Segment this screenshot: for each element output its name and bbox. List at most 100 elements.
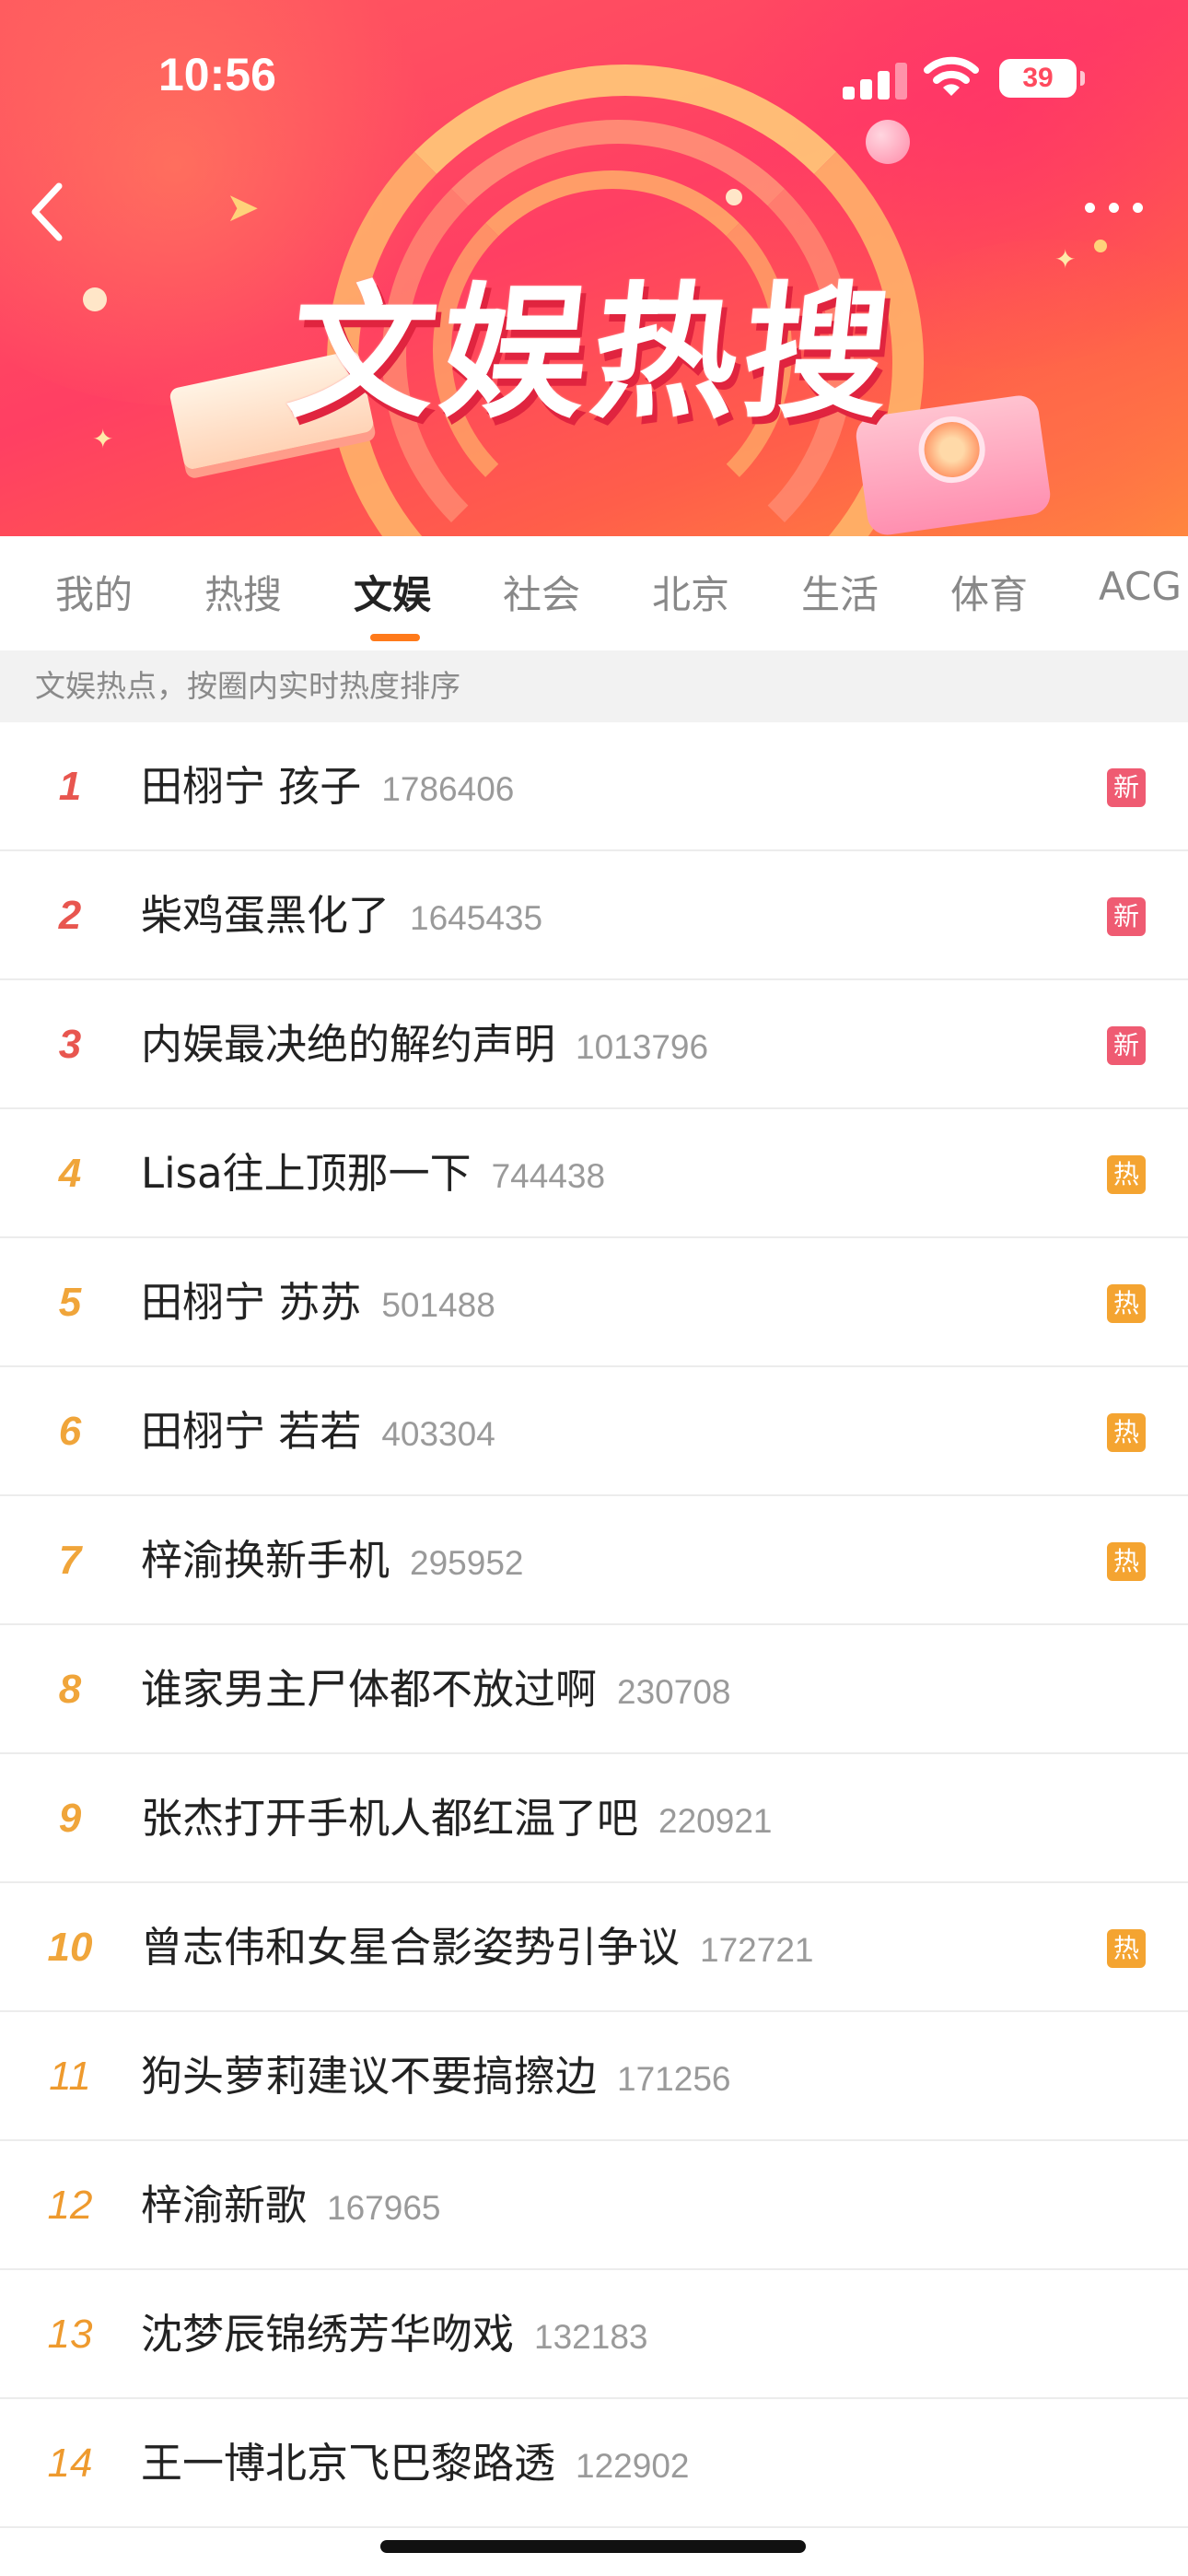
tab-mine[interactable]: 我的 [55,564,133,620]
tab-sports[interactable]: 体育 [950,564,1028,620]
item-title: 田栩宁 若若 [141,1407,362,1456]
item-title: 内娱最决绝的解约声明 [141,1020,556,1069]
rank-number: 13 [47,2312,93,2357]
rank-number: 4 [58,1151,82,1196]
item-text: 张杰打开手机人都红温了吧 220921 [141,1754,772,1883]
item-text: 内娱最决绝的解约声明 1013796 [141,980,708,1109]
item-title: 狗头萝莉建议不要搞擦边 [141,2052,598,2101]
rank-number: 7 [58,1538,82,1583]
item-text: 狗头萝莉建议不要搞擦边 171256 [141,2012,730,2141]
tab-beijing[interactable]: 北京 [652,564,729,620]
rank-number: 12 [47,2183,93,2228]
list-item[interactable]: 11 狗头萝莉建议不要搞擦边 171256 [0,2012,1188,2141]
tab-entertainment[interactable]: 文娱 [354,564,431,620]
heat-count: 171256 [617,2060,731,2098]
hot-search-list: 1 田栩宁 孩子 1786406 新 2 柴鸡蛋黑化了 1645435 新 3 内娱最决绝的解约声… [0,722,1188,2528]
hot-badge: 热 [1107,1155,1146,1194]
list-item[interactable]: 9 张杰打开手机人都红温了吧 220921 [0,1754,1188,1883]
rank-number: 5 [58,1280,82,1325]
list-item[interactable]: 6 田栩宁 若若 403304 热 [0,1367,1188,1496]
item-title: 田栩宁 孩子 [141,762,362,811]
tab-society[interactable]: 社会 [503,564,580,620]
rank-number: 2 [58,893,82,938]
status-time: 10:56 [158,49,276,100]
item-text: 王一博北京飞巴黎路透 122902 [141,2399,689,2528]
list-item[interactable]: 2 柴鸡蛋黑化了 1645435 新 [0,851,1188,980]
item-text: 沈梦辰锦绣芳华吻戏 132183 [141,2270,647,2399]
rank-number: 8 [58,1667,82,1712]
item-text: 谁家男主尸体都不放过啊 230708 [141,1625,730,1754]
item-title: 张杰打开手机人都红温了吧 [141,1794,639,1843]
decor-dot [726,189,742,205]
heat-count: 501488 [381,1286,495,1324]
heat-count: 1786406 [381,770,515,808]
hot-badge: 热 [1107,1542,1146,1581]
item-title: 梓渝换新手机 [141,1536,390,1585]
page-title: 文娱热搜 [281,269,904,439]
list-item[interactable]: 5 田栩宁 苏苏 501488 热 [0,1238,1188,1367]
item-title: 梓渝新歌 [141,2181,308,2230]
home-indicator[interactable] [380,2540,806,2553]
ranking-notice: 文娱热点，按圈内实时热度排序 [0,650,1188,722]
back-button[interactable] [20,175,76,249]
item-text: 田栩宁 若若 403304 [141,1367,495,1496]
list-item[interactable]: 4 Lisa往上顶那一下 744438 热 [0,1109,1188,1238]
active-tab-indicator [370,634,420,641]
item-title: 王一博北京飞巴黎路透 [141,2439,556,2488]
cellular-signal-icon [843,63,909,100]
notice-text: 文娱热点，按圈内实时热度排序 [35,668,460,704]
heat-count: 403304 [381,1415,495,1453]
header-banner: ✦ ✦ ➤ 文娱热搜 10:56 39 [0,0,1188,536]
rank-number: 14 [47,2441,93,2486]
item-text: 田栩宁 孩子 1786406 [141,722,514,851]
heat-count: 1645435 [410,899,543,937]
heat-count: 220921 [658,1802,773,1840]
item-text: 柴鸡蛋黑化了 1645435 [141,851,542,980]
hot-badge: 热 [1107,1413,1146,1452]
list-item[interactable]: 10 曾志伟和女星合影姿势引争议 172721 热 [0,1883,1188,2012]
item-title: 沈梦辰锦绣芳华吻戏 [141,2310,515,2359]
list-item[interactable]: 13 沈梦辰锦绣芳华吻戏 132183 [0,2270,1188,2399]
heat-count: 230708 [617,1673,731,1711]
wifi-icon [924,56,979,96]
item-title: 柴鸡蛋黑化了 [141,891,390,940]
category-tabs: 我的 热搜 文娱 社会 北京 生活 体育 ACG [0,536,1188,650]
list-item[interactable]: 8 谁家男主尸体都不放过啊 230708 [0,1625,1188,1754]
heat-count: 744438 [491,1157,606,1195]
item-title: 曾志伟和女星合影姿势引争议 [141,1923,681,1972]
rank-number: 1 [58,764,82,809]
new-badge: 新 [1107,768,1146,807]
rank-number: 3 [58,1022,82,1067]
item-text: Lisa往上顶那一下 744438 [141,1109,605,1238]
tab-acg[interactable]: ACG [1099,564,1182,609]
rank-number: 6 [58,1409,82,1454]
hot-badge: 热 [1107,1284,1146,1323]
list-item[interactable]: 1 田栩宁 孩子 1786406 新 [0,722,1188,851]
rank-number: 11 [49,2054,91,2099]
list-item[interactable]: 12 梓渝新歌 167965 [0,2141,1188,2270]
item-title: 田栩宁 苏苏 [141,1278,362,1327]
planet-icon [866,120,910,164]
new-badge: 新 [1107,897,1146,936]
item-text: 田栩宁 苏苏 501488 [141,1238,495,1367]
item-text: 梓渝新歌 167965 [141,2141,440,2270]
sparkle-icon: ➤ [226,184,260,231]
list-item[interactable]: 3 内娱最决绝的解约声明 1013796 新 [0,980,1188,1109]
rank-number: 10 [47,1925,93,1970]
rank-number: 9 [58,1796,82,1841]
heat-count: 132183 [534,2318,648,2356]
item-text: 曾志伟和女星合影姿势引争议 172721 [141,1883,813,2012]
item-title: Lisa往上顶那一下 [141,1149,472,1198]
new-badge: 新 [1107,1026,1146,1065]
heat-count: 1013796 [576,1028,709,1066]
tab-hot-search[interactable]: 热搜 [204,564,282,620]
item-text: 梓渝换新手机 295952 [141,1496,523,1625]
list-item[interactable]: 14 王一博北京飞巴黎路透 122902 [0,2399,1188,2528]
list-item[interactable]: 7 梓渝换新手机 295952 热 [0,1496,1188,1625]
more-button[interactable] [1077,189,1151,226]
heat-count: 122902 [576,2447,690,2485]
tab-life[interactable]: 生活 [801,564,879,620]
heat-count: 295952 [410,1544,524,1582]
heat-count: 172721 [700,1931,814,1969]
heat-count: 167965 [327,2189,441,2227]
